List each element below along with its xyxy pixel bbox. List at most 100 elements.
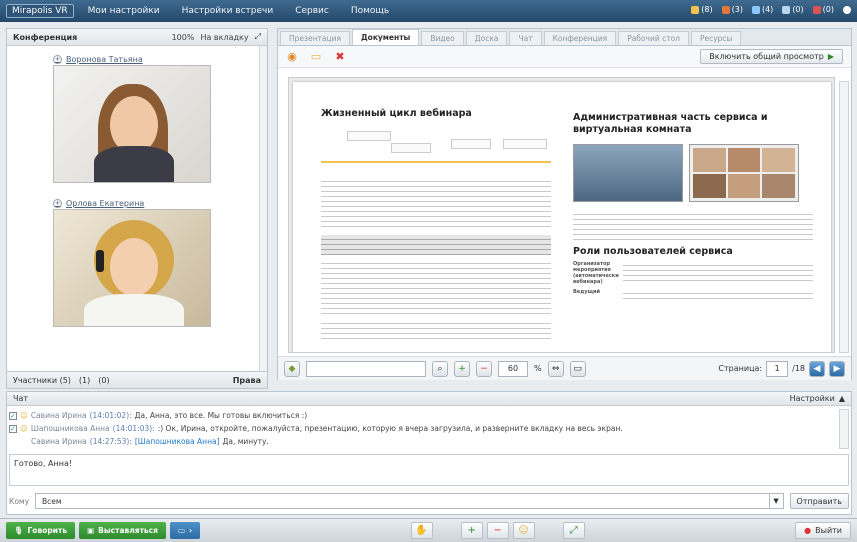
share-view-button[interactable]: Включить общий просмотр ▶ (700, 49, 843, 64)
document-scrollbar[interactable] (839, 81, 849, 353)
role-name: Организатор мероприятия (автоматически в… (573, 261, 619, 285)
tab-conference[interactable]: Конференция (543, 31, 617, 45)
popout-icon[interactable]: ⤢ (255, 32, 261, 42)
exit-label: Выйти (815, 526, 843, 535)
chat-messages: ✓ ☺ Савина Ирина (14:01:02): Да, Анна, э… (9, 409, 839, 449)
participant-card-1: + Воронова Татьяна (53, 53, 211, 183)
bottom-control-bar: 🎙 Говорить ▣ Выставляться ▭ › ✋ + − ☺ ⤢ ● Вы… (0, 518, 857, 542)
recipient-value: Всем (42, 496, 62, 506)
thumb-face (762, 148, 795, 172)
delete-icon[interactable]: ✖ (334, 50, 346, 63)
message-icon (812, 5, 821, 14)
broadcast-label: Выставляться (98, 526, 158, 535)
doc-roles-title: Роли пользователей сервиса (573, 246, 733, 257)
chevron-down-icon[interactable]: ▼ (768, 494, 783, 508)
zoom-in-icon[interactable]: + (454, 360, 470, 377)
prev-page-icon[interactable]: ◀ (809, 360, 825, 377)
folder-icon[interactable]: ▭ (310, 50, 322, 63)
tab-documents[interactable]: Документы (351, 29, 420, 45)
chevron-up-icon[interactable]: ▲ (839, 394, 845, 403)
zoom-value[interactable]: 100% (172, 33, 195, 42)
fit-page-icon[interactable]: ▭ (569, 360, 586, 377)
chat-panel: Чат Настройки ▲ ✓ ☺ Савина Ирина (14:01:… (6, 391, 852, 515)
pointer-icon[interactable]: ◆ (284, 360, 300, 377)
workspace-tabs: Презентация Документы Видео Доска Чат Ко… (278, 29, 851, 46)
chat-recipient-row: Кому Всем ▼ Отправить (9, 492, 849, 510)
user-icon: ☺ (20, 411, 28, 420)
chat-message: Савина Ирина (14:27:53): [Шапошникова Ан… (9, 435, 839, 448)
tab-presentation[interactable]: Презентация (280, 31, 350, 45)
doc-left-title: Жизненный цикл вебинара (321, 108, 472, 119)
tab-mode-button[interactable]: На вкладку (200, 33, 248, 42)
page-label: Страница: (718, 364, 763, 373)
video-stat[interactable]: (4) (751, 5, 773, 14)
document-nav-bar: ◆ ⌕ + − 60 % ⇔ ▭ Страница: 1 /18 ◀ ▶ (278, 356, 851, 380)
emotion-icon[interactable]: ☺ (512, 522, 535, 539)
screen-share-button[interactable]: ▭ › (169, 522, 201, 539)
face-shape (110, 238, 158, 296)
participant-name-1[interactable]: + Воронова Татьяна (53, 53, 211, 65)
chat-input[interactable]: Готово, Анна! (9, 454, 849, 486)
menu-meeting-settings[interactable]: Настройки встречи (182, 6, 274, 16)
tab-resources[interactable]: Ресурсы (690, 31, 742, 45)
fit-width-icon[interactable]: ⇔ (547, 360, 564, 377)
zoom-input[interactable]: 60 (498, 360, 528, 377)
agree-icon[interactable]: + (460, 522, 483, 539)
upload-icon[interactable]: ◉ (286, 50, 298, 63)
menu-help[interactable]: Помощь (351, 6, 389, 16)
doc-screens (573, 144, 813, 202)
help-stat[interactable] (843, 5, 851, 14)
next-page-icon[interactable]: ▶ (829, 360, 845, 377)
search-field[interactable] (306, 360, 426, 377)
speak-button[interactable]: 🎙 Говорить (6, 522, 76, 539)
help-icon (843, 5, 851, 14)
conference-scrollbar[interactable] (259, 46, 267, 379)
zoom-out-icon[interactable]: − (476, 360, 492, 377)
message-text: Да, Анна, это все. Мы готовы включиться … (134, 411, 308, 420)
headset-icon (96, 250, 104, 272)
camera-icon: ▣ (87, 526, 95, 535)
thumb-face (693, 148, 726, 172)
hand-raise-icon[interactable]: ✋ (410, 522, 433, 539)
plus-icon[interactable]: + (53, 198, 62, 208)
broadcast-button[interactable]: ▣ Выставляться (79, 522, 166, 539)
shoulders-shape (84, 294, 184, 326)
recipient-select[interactable]: Всем ▼ (35, 493, 784, 509)
messages-count: (0) (822, 5, 834, 14)
tab-video[interactable]: Видео (421, 31, 464, 45)
menu-my-settings[interactable]: Мои настройки (88, 6, 160, 16)
doc-text-block (321, 319, 551, 343)
send-button[interactable]: Отправить (789, 493, 849, 509)
message-mention[interactable]: [Шапошникова Анна] (135, 435, 220, 448)
chat-scrollbar[interactable] (839, 409, 849, 449)
checkbox-icon[interactable]: ✓ (9, 411, 17, 420)
chat-settings-button[interactable]: Настройки (790, 394, 835, 403)
zoom-unit: % (534, 364, 542, 373)
fullscreen-icon[interactable]: ⤢ (562, 522, 585, 539)
mic-icon: 🎙 (14, 526, 24, 535)
doc-right-column: Административная часть сервиса и виртуал… (573, 112, 813, 303)
conference-header: Конференция 100% На вкладку ⤢ (7, 29, 267, 46)
participant-name-2[interactable]: + Орлова Екатерина (53, 197, 211, 209)
tab-desktop[interactable]: Рабочий стол (618, 31, 689, 45)
doc-role-row: Ведущий (573, 289, 813, 303)
search-icon[interactable]: ⌕ (432, 360, 448, 377)
messages-stat[interactable]: (0) (812, 5, 834, 14)
participants-stat[interactable]: (8) (691, 5, 713, 14)
message-text: Да, минуту. (222, 437, 269, 446)
plus-icon[interactable]: + (53, 54, 62, 64)
horizontal-splitter[interactable] (6, 382, 852, 388)
hands-stat[interactable]: (0) (782, 5, 804, 14)
doc-text-block (623, 261, 813, 285)
exit-button[interactable]: ● Выйти (795, 522, 852, 539)
conference-title: Конференция (13, 32, 78, 42)
share-view-label: Включить общий просмотр (709, 52, 824, 61)
camera-icon (751, 5, 760, 14)
disagree-icon[interactable]: − (486, 522, 509, 539)
menu-service[interactable]: Сервис (295, 6, 329, 16)
tab-chat[interactable]: Чат (509, 31, 542, 45)
tab-board[interactable]: Доска (465, 31, 508, 45)
speakers-stat[interactable]: (3) (721, 5, 743, 14)
page-input[interactable]: 1 (766, 360, 789, 377)
checkbox-icon[interactable]: ✓ (9, 424, 17, 433)
